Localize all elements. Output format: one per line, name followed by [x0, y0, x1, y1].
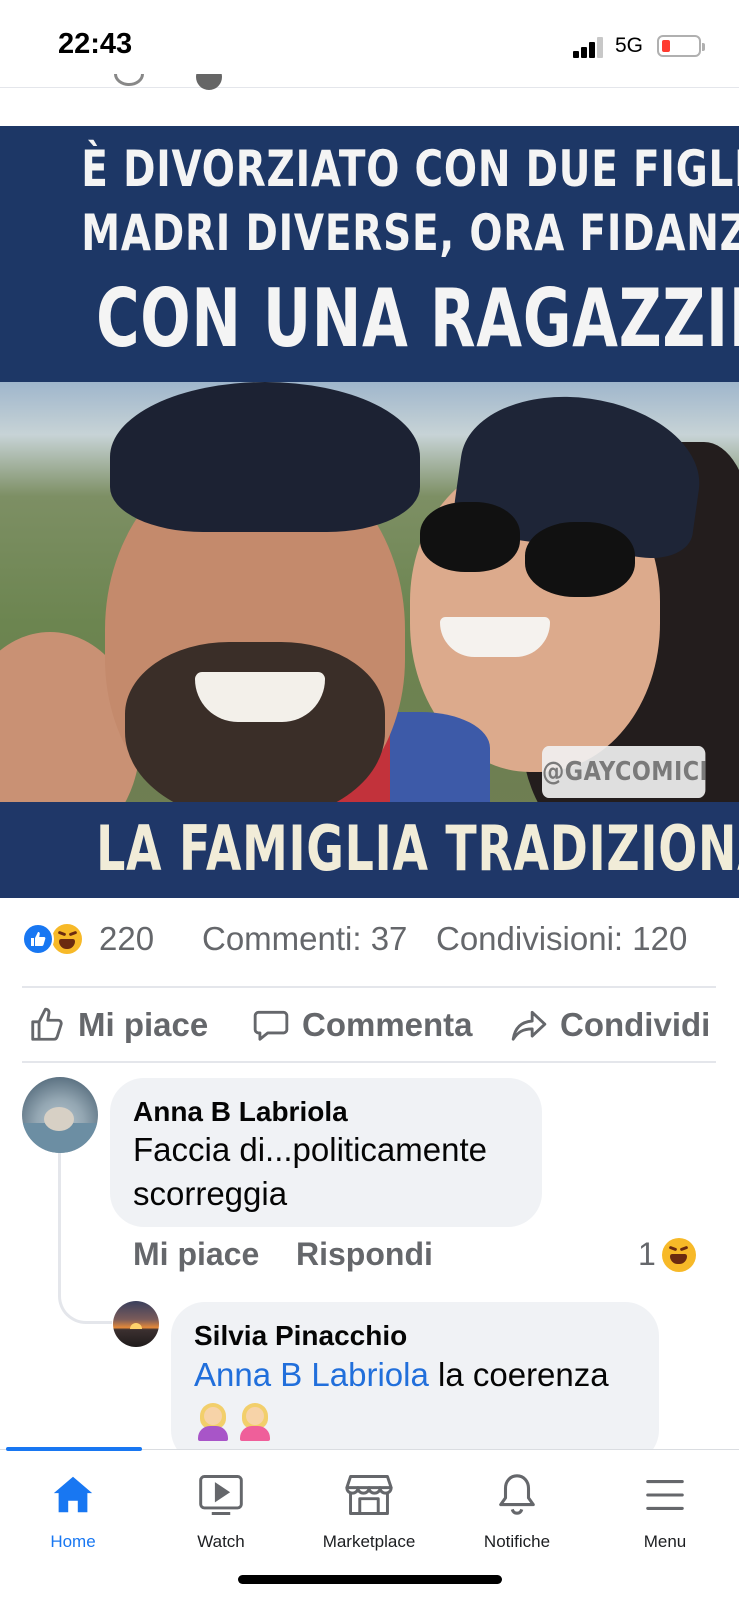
comment-author[interactable]: Anna B Labriola	[133, 1096, 348, 1128]
like-reaction-icon	[22, 923, 54, 955]
tab-marketplace-label: Marketplace	[322, 1532, 416, 1551]
meme-bottom-banner: LA FAMIGLIA TRADIZIONALE	[0, 802, 739, 898]
signal-icon	[573, 36, 607, 58]
post-action-bar: Mi piace Commenta Condividi	[22, 990, 722, 1060]
like-button[interactable]: Mi piace	[28, 990, 208, 1060]
comment-button[interactable]: Commenta	[252, 990, 473, 1060]
marketplace-icon	[345, 1475, 393, 1515]
meme-line-3: CON UNA RAGAZZINA	[96, 272, 739, 365]
like-button-label: Mi piace	[78, 1006, 209, 1043]
status-time: 22:43	[58, 28, 133, 60]
meme-top-banner: È DIVORZIATO CON DUE FIGLI DI MADRI DIVE…	[0, 126, 739, 382]
comments-count[interactable]: Commenti: 37	[202, 920, 407, 958]
comment-bubble[interactable]: Anna B Labriola Faccia di...politicament…	[110, 1078, 542, 1227]
haha-reaction-icon	[662, 1238, 696, 1272]
reply-text: la coerenza	[428, 1356, 609, 1393]
thumbs-up-icon	[31, 1007, 63, 1041]
comment-button-label: Commenta	[302, 1006, 473, 1043]
cut-off-header-icons	[110, 74, 240, 96]
network-type: 5G	[615, 34, 644, 57]
menu-icon	[646, 1480, 684, 1510]
mention-link[interactable]: Anna B Labriola	[194, 1356, 429, 1393]
comment-author[interactable]: Silvia Pinacchio	[194, 1320, 407, 1352]
meme-line-1: È DIVORZIATO CON DUE FIGLI DI	[81, 140, 739, 198]
tab-home-label: Home	[50, 1532, 96, 1551]
share-button-label: Condividi	[560, 1006, 711, 1043]
comment-like-button[interactable]: Mi piace	[133, 1236, 259, 1273]
comment-text: Faccia di...politicamente scorreggia	[133, 1131, 487, 1212]
tab-watch-label: Watch	[197, 1532, 245, 1551]
share-arrow-icon	[511, 1010, 547, 1041]
meme-bottom-text: LA FAMIGLIA TRADIZIONALE	[96, 812, 739, 885]
meme-watermark: @GAYCOMICITÀ2.0	[542, 746, 706, 798]
divider	[22, 1061, 716, 1063]
avatar[interactable]	[22, 1077, 98, 1153]
avatar[interactable]	[113, 1301, 159, 1347]
battery-icon	[657, 35, 705, 57]
comment-bubble-icon	[253, 1010, 289, 1041]
tab-notifications[interactable]: Notifiche	[447, 1450, 587, 1560]
comment-reaction-count[interactable]: 1	[638, 1236, 656, 1273]
tab-menu[interactable]: Menu	[595, 1450, 735, 1560]
bell-icon	[499, 1474, 535, 1515]
shares-count[interactable]: Condivisioni: 120	[436, 920, 687, 958]
tab-notifications-label: Notifiche	[483, 1532, 551, 1551]
share-button[interactable]: Condividi	[510, 990, 710, 1060]
tab-home[interactable]: Home	[3, 1450, 143, 1560]
watch-icon	[199, 1475, 243, 1515]
shrug-emoji-icon	[194, 1401, 232, 1442]
facepalm-emoji-icon	[236, 1401, 274, 1442]
reply-thread-line	[58, 1134, 112, 1324]
haha-reaction-icon	[50, 922, 84, 956]
tab-menu-label: Menu	[643, 1532, 687, 1551]
tab-watch[interactable]: Watch	[151, 1450, 291, 1560]
home-indicator[interactable]	[238, 1575, 502, 1584]
divider	[22, 986, 716, 988]
comment-reply-button[interactable]: Rispondi	[296, 1236, 433, 1273]
reactions-summary[interactable]: 220 Commenti: 37 Condivisioni: 120	[22, 914, 722, 964]
reply-bubble[interactable]: Silvia Pinacchio Anna B Labriola la coer…	[171, 1302, 659, 1464]
post-image[interactable]: È DIVORZIATO CON DUE FIGLI DI MADRI DIVE…	[0, 126, 739, 898]
home-icon	[53, 1476, 93, 1513]
meme-line-2: MADRI DIVERSE, ORA FIDANZATO	[81, 204, 739, 262]
reaction-count[interactable]: 220	[99, 920, 154, 958]
comment-text: Anna B Labriola la coerenza	[194, 1353, 644, 1442]
tab-marketplace[interactable]: Marketplace	[299, 1450, 439, 1560]
